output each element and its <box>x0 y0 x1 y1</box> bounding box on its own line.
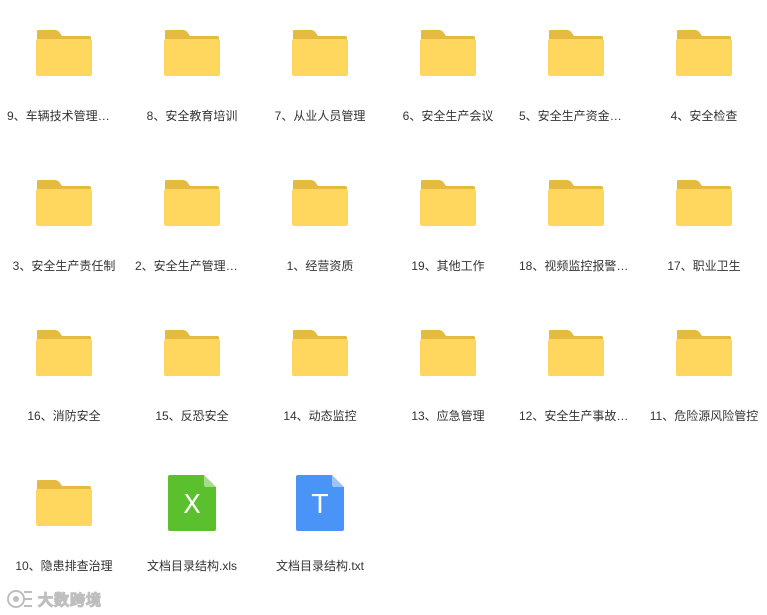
folder-item[interactable]: 6、安全生产会议 <box>389 0 507 130</box>
folder-item[interactable]: 5、安全生产资金投入 <box>517 0 635 130</box>
item-label: 文档目录结构.xls <box>146 559 237 573</box>
folder-item[interactable]: 2、安全生产管理机构 <box>133 150 251 280</box>
folder-item[interactable]: 17、职业卫生 <box>645 150 763 280</box>
folder-icon <box>420 30 476 76</box>
item-label: 16、消防安全 <box>27 409 101 423</box>
folder-icon <box>420 180 476 226</box>
folder-icon <box>676 180 732 226</box>
folder-item[interactable]: 12、安全生产事故处理 <box>517 300 635 430</box>
item-label: 7、从业人员管理 <box>274 109 366 123</box>
logo-icon <box>7 590 32 608</box>
folder-item[interactable]: 10、隐患排查治理 <box>5 450 123 580</box>
folder-icon <box>420 330 476 376</box>
folder-item[interactable]: 3、安全生产责任制 <box>5 150 123 280</box>
folder-item[interactable]: 19、其他工作 <box>389 150 507 280</box>
item-label: 3、安全生产责任制 <box>12 259 116 273</box>
file-item[interactable]: X 文档目录结构.xls <box>133 450 251 580</box>
folder-icon <box>548 330 604 376</box>
folder-icon <box>36 480 92 526</box>
item-label: 11、危险源风险管控 <box>649 409 759 423</box>
file-item[interactable]: T 文档目录结构.txt <box>261 450 379 580</box>
item-label: 17、职业卫生 <box>667 259 741 273</box>
watermark: 大数跨境 <box>6 587 102 611</box>
text-file-icon: T <box>296 475 344 531</box>
item-label: 2、安全生产管理机构 <box>135 259 250 273</box>
item-label: 9、车辆技术管理档案 <box>7 109 122 123</box>
item-label: 6、安全生产会议 <box>402 109 494 123</box>
folder-icon <box>36 330 92 376</box>
folder-icon <box>164 330 220 376</box>
folder-item[interactable]: 15、反恐安全 <box>133 300 251 430</box>
folder-item[interactable]: 13、应急管理 <box>389 300 507 430</box>
folder-item[interactable]: 14、动态监控 <box>261 300 379 430</box>
folder-item[interactable]: 7、从业人员管理 <box>261 0 379 130</box>
item-label: 4、安全检查 <box>670 109 738 123</box>
item-label: 14、动态监控 <box>283 409 357 423</box>
file-type-glyph: T <box>311 490 328 520</box>
folder-item[interactable]: 18、视频监控报警系统 <box>517 150 635 280</box>
item-label: 12、安全生产事故处理 <box>519 409 635 423</box>
watermark-text: 大数跨境 <box>37 590 103 609</box>
folder-icon <box>164 180 220 226</box>
folder-icon <box>676 330 732 376</box>
folder-item[interactable]: 1、经营资质 <box>261 150 379 280</box>
item-label: 15、反恐安全 <box>155 409 229 423</box>
item-label: 13、应急管理 <box>411 409 485 423</box>
folder-item[interactable]: 9、车辆技术管理档案 <box>5 0 123 130</box>
file-type-glyph: X <box>183 490 201 520</box>
folder-icon <box>548 180 604 226</box>
folder-icon <box>548 30 604 76</box>
item-label: 18、视频监控报警系统 <box>519 259 635 273</box>
folder-icon <box>292 330 348 376</box>
item-label: 文档目录结构.txt <box>275 559 364 573</box>
folder-icon <box>292 180 348 226</box>
item-label: 8、安全教育培训 <box>146 109 238 123</box>
item-label: 10、隐患排查治理 <box>15 559 113 573</box>
folder-icon <box>36 30 92 76</box>
folder-icon <box>676 30 732 76</box>
folder-icon <box>36 180 92 226</box>
folder-item[interactable]: 16、消防安全 <box>5 300 123 430</box>
item-label: 1、经营资质 <box>286 259 354 273</box>
item-label: 19、其他工作 <box>411 259 485 273</box>
folder-item[interactable]: 11、危险源风险管控 <box>645 300 763 430</box>
folder-item[interactable]: 4、安全检查 <box>645 0 763 130</box>
folder-icon <box>164 30 220 76</box>
file-grid: 9、车辆技术管理档案 8、安全教育培训 7、从业人员管理 6、安全生产会议 5、安全生产… <box>0 0 767 615</box>
item-label: 5、安全生产资金投入 <box>519 109 634 123</box>
excel-file-icon: X <box>168 475 216 531</box>
folder-icon <box>292 30 348 76</box>
folder-item[interactable]: 8、安全教育培训 <box>133 0 251 130</box>
